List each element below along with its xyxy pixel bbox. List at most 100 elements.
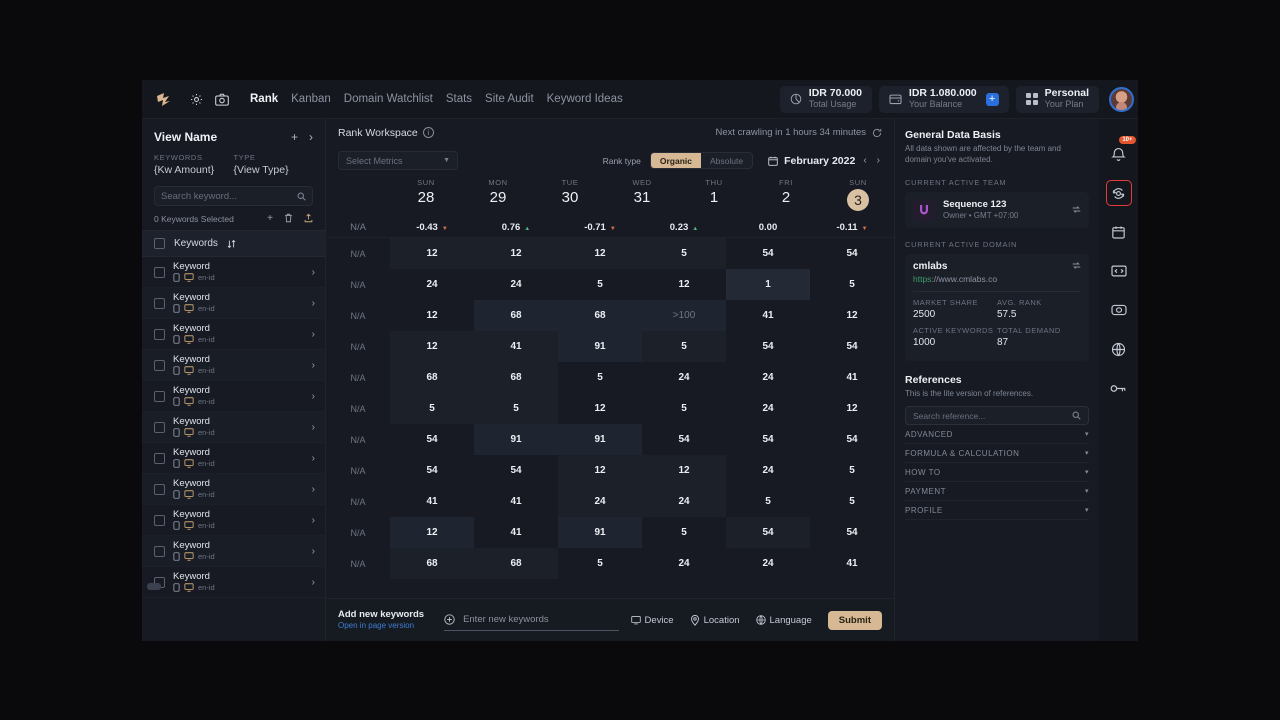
add-balance-button[interactable]: + [985, 92, 999, 106]
horizontal-scrollbar[interactable] [147, 583, 161, 590]
rank-cell[interactable]: 12 [642, 455, 726, 486]
add-view-button[interactable]: + [291, 130, 298, 144]
rank-cell[interactable]: 5 [558, 362, 642, 393]
rank-cell[interactable]: 12 [810, 393, 894, 424]
keyword-row[interactable]: Keyword en-id › [142, 257, 325, 288]
rank-cell[interactable]: 68 [474, 548, 558, 579]
rank-cell[interactable]: 24 [558, 486, 642, 517]
rank-cell[interactable]: 24 [642, 362, 726, 393]
rank-cell[interactable]: 41 [390, 486, 474, 517]
rank-type-toggle[interactable]: Organic Absolute [649, 152, 754, 169]
rank-cell[interactable]: 5 [558, 269, 642, 300]
rank-cell[interactable]: 12 [390, 300, 474, 331]
active-domain-card[interactable]: cmlabs https://www.cmlabs.co MARKET SHAR… [905, 253, 1089, 361]
new-keyword-input[interactable] [463, 614, 619, 625]
sync-icon[interactable] [1105, 180, 1132, 206]
rank-cell[interactable]: 54 [726, 424, 810, 455]
switch-domain-icon[interactable] [1072, 261, 1081, 270]
active-team-card[interactable]: Sequence 123 Owner • GMT +07:00 [905, 191, 1089, 228]
keyword-checkbox[interactable] [154, 483, 165, 495]
rank-cell[interactable]: 91 [558, 424, 642, 455]
rank-cell[interactable]: 24 [726, 362, 810, 393]
expand-keyword-icon[interactable]: › [312, 391, 315, 402]
rank-cell[interactable]: 12 [558, 238, 642, 269]
nav-item-kanban[interactable]: Kanban [291, 93, 331, 105]
keyword-row[interactable]: Keyword en-id › [142, 505, 325, 536]
reference-item[interactable]: FORMULA & CALCULATION ▾ [905, 444, 1089, 464]
rank-cell[interactable]: 68 [390, 548, 474, 579]
rank-cell[interactable]: 68 [474, 300, 558, 331]
expand-keyword-icon[interactable]: › [312, 298, 315, 309]
switch-team-icon[interactable] [1072, 205, 1081, 214]
reference-item[interactable]: ADVANCED ▾ [905, 425, 1089, 445]
expand-view-button[interactable]: › [309, 130, 313, 144]
plus-circle-icon[interactable] [444, 614, 455, 625]
rank-cell[interactable]: 12 [390, 331, 474, 362]
rank-cell[interactable]: 54 [810, 517, 894, 548]
key-icon[interactable] [1106, 375, 1132, 401]
expand-keyword-icon[interactable]: › [312, 484, 315, 495]
export-icon[interactable] [304, 213, 313, 224]
rank-cell[interactable]: 5 [642, 331, 726, 362]
rank-cell[interactable]: 41 [810, 548, 894, 579]
rank-cell[interactable]: 5 [810, 455, 894, 486]
keyword-checkbox[interactable] [154, 359, 165, 371]
money-icon[interactable] [1106, 297, 1132, 323]
nav-item-site-audit[interactable]: Site Audit [485, 93, 534, 105]
code-icon[interactable] [1106, 258, 1132, 284]
rank-cell[interactable]: 24 [726, 548, 810, 579]
keyword-search-box[interactable] [154, 186, 313, 206]
rank-cell[interactable]: 5 [474, 393, 558, 424]
keyword-checkbox[interactable] [154, 514, 165, 526]
rank-cell[interactable]: 12 [474, 238, 558, 269]
total-usage-pill[interactable]: IDR 70.000 Total Usage [779, 85, 872, 113]
rank-cell[interactable]: 68 [390, 362, 474, 393]
keyword-checkbox[interactable] [154, 297, 165, 309]
logo-icon[interactable] [156, 91, 174, 107]
date-header-cell[interactable]: THU 1 [678, 178, 750, 206]
camera-icon[interactable] [212, 89, 232, 109]
keyword-row[interactable]: Keyword en-id › [142, 412, 325, 443]
date-header-cell[interactable]: SUN 3 [822, 178, 894, 211]
expand-keyword-icon[interactable]: › [312, 577, 315, 588]
rank-type-organic[interactable]: Organic [650, 153, 701, 168]
rank-cell[interactable]: 1 [726, 269, 810, 300]
date-header-cell[interactable]: WED 31 [606, 178, 678, 206]
expand-keyword-icon[interactable]: › [312, 360, 315, 371]
language-option[interactable]: Language [755, 615, 812, 626]
expand-keyword-icon[interactable]: › [312, 546, 315, 557]
trash-icon[interactable] [284, 213, 293, 224]
bell-icon[interactable]: 10+ [1106, 136, 1136, 167]
rank-cell[interactable]: 54 [726, 331, 810, 362]
sort-icon[interactable] [227, 239, 236, 249]
rank-cell[interactable]: 12 [390, 517, 474, 548]
rank-cell[interactable]: 5 [810, 486, 894, 517]
add-keyword-button[interactable]: + [267, 213, 273, 224]
keyword-checkbox[interactable] [154, 328, 165, 340]
rank-cell[interactable]: 5 [558, 548, 642, 579]
keyword-checkbox[interactable] [154, 545, 165, 557]
rank-cell[interactable]: 41 [726, 300, 810, 331]
expand-keyword-icon[interactable]: › [312, 453, 315, 464]
calendar-icon[interactable] [1106, 219, 1132, 245]
reference-item[interactable]: PAYMENT ▾ [905, 482, 1089, 502]
plan-pill[interactable]: Personal Your Plan [1015, 85, 1099, 113]
rank-cell[interactable]: 41 [810, 362, 894, 393]
keyword-checkbox[interactable] [154, 421, 165, 433]
rank-cell[interactable]: 54 [390, 424, 474, 455]
rank-cell[interactable]: 54 [810, 238, 894, 269]
location-option[interactable]: Location [690, 614, 740, 626]
rank-cell[interactable]: 12 [810, 300, 894, 331]
next-month-button[interactable]: › [875, 155, 882, 166]
rank-cell[interactable]: 54 [810, 331, 894, 362]
reference-item[interactable]: HOW TO ▾ [905, 463, 1089, 483]
rank-cell[interactable]: 24 [726, 393, 810, 424]
avatar[interactable] [1109, 86, 1134, 112]
date-header-cell[interactable]: FRI 2 [750, 178, 822, 206]
rank-cell[interactable]: 12 [390, 238, 474, 269]
select-metrics-dropdown[interactable]: Select Metrics ▼ [338, 151, 458, 170]
keyword-row[interactable]: Keyword en-id › [142, 350, 325, 381]
rank-cell[interactable]: 24 [474, 269, 558, 300]
rank-cell[interactable]: 54 [642, 424, 726, 455]
rank-cell[interactable]: 41 [474, 331, 558, 362]
